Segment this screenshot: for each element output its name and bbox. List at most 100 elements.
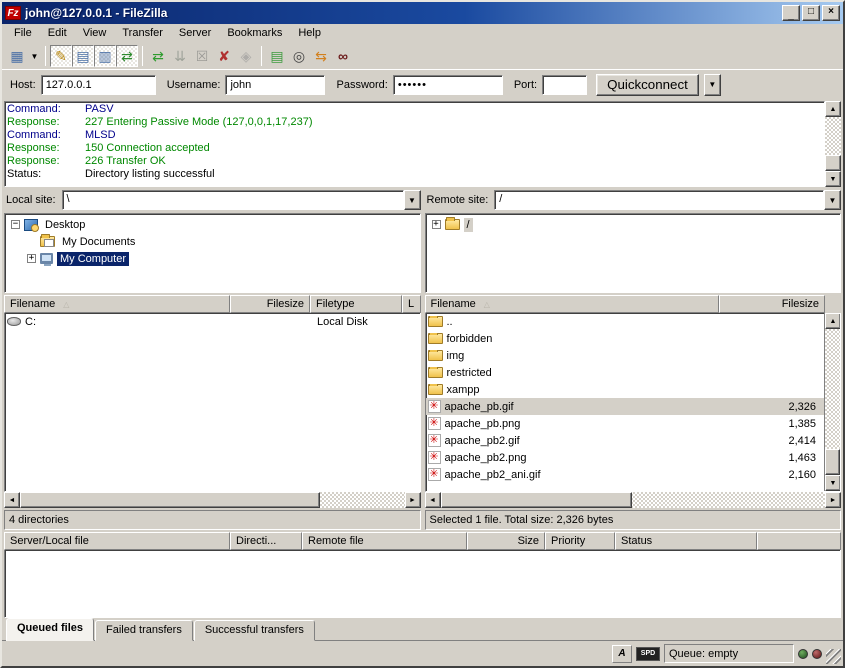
tree-item-root[interactable]: + / (426, 216, 841, 233)
menu-transfer[interactable]: Transfer (114, 25, 171, 41)
local-col-filename[interactable]: Filename△ (4, 295, 230, 313)
remote-row-apache-pb-png[interactable]: ✳apache_pb.png1,385 (426, 415, 825, 432)
site-manager-button[interactable]: ▦ (6, 45, 28, 67)
message-log[interactable]: Command:PASV Response:227 Entering Passi… (4, 101, 825, 187)
quickconnect-button[interactable]: Quickconnect (596, 74, 699, 96)
filename-filters-button[interactable]: ▤ (266, 45, 288, 67)
remote-file-list[interactable]: .. forbidden img restricted xampp ✳apach… (425, 313, 842, 492)
local-site-value[interactable]: \ (62, 190, 404, 210)
queue-header: Server/Local file Directi... Remote file… (4, 532, 841, 550)
remote-hscrollbar[interactable]: ◄ ► (425, 492, 842, 508)
queue-col-priority[interactable]: Priority (545, 532, 615, 550)
local-tree[interactable]: − Desktop My Documents + My Computer (4, 213, 421, 293)
remote-site-combo[interactable]: / ▼ (494, 190, 841, 210)
synchronized-browsing-button[interactable]: ⇆ (310, 45, 332, 67)
queue-col-status[interactable]: Status (615, 532, 757, 550)
menu-server[interactable]: Server (171, 25, 219, 41)
username-input[interactable] (225, 75, 325, 95)
scroll-up-button[interactable]: ▲ (825, 101, 841, 117)
scrollbar-thumb[interactable] (20, 492, 320, 508)
scroll-down-button[interactable]: ▼ (825, 171, 841, 187)
scroll-right-button[interactable]: ► (405, 492, 421, 508)
host-input[interactable] (41, 75, 156, 95)
resize-grip[interactable] (826, 649, 841, 664)
remote-row-apache-pb2-ani-gif[interactable]: ✳apache_pb2_ani.gif2,160 (426, 466, 825, 483)
maximize-button[interactable]: □ (802, 5, 820, 21)
remote-row-parent[interactable]: .. (426, 313, 825, 330)
local-site-dropdown-icon[interactable]: ▼ (404, 190, 421, 210)
refresh-button[interactable]: ⇄ (147, 45, 169, 67)
tree-item-label: My Computer (57, 252, 129, 266)
expand-icon[interactable]: + (27, 254, 36, 263)
scroll-up-button[interactable]: ▲ (825, 313, 841, 329)
disconnect-button[interactable]: ✘ (213, 45, 235, 67)
remote-row-restricted[interactable]: restricted (426, 364, 825, 381)
tab-successful-transfers[interactable]: Successful transfers (194, 620, 315, 641)
expand-icon[interactable]: + (432, 220, 441, 229)
remote-row-xampp[interactable]: xampp (426, 381, 825, 398)
password-input[interactable] (393, 75, 503, 95)
collapse-icon[interactable]: − (11, 220, 20, 229)
minimize-button[interactable]: _ (782, 5, 800, 21)
remote-row-apache-pb-gif[interactable]: ✳apache_pb.gif2,326 (426, 398, 825, 415)
queue-col-server-local[interactable]: Server/Local file (4, 532, 230, 550)
toggle-remote-tree-button[interactable]: ▥ (94, 45, 116, 67)
process-queue-button[interactable]: ⇊ (169, 45, 191, 67)
reconnect-button[interactable]: ◈ (235, 45, 257, 67)
find-files-button[interactable]: ∞ (332, 45, 354, 67)
scroll-left-button[interactable]: ◄ (425, 492, 441, 508)
local-col-filesize[interactable]: Filesize (230, 295, 310, 313)
scrollbar-thumb[interactable] (825, 449, 840, 475)
transfer-type-indicator[interactable]: A (612, 645, 632, 663)
scrollbar-thumb[interactable] (825, 155, 841, 171)
local-file-list[interactable]: C: Local Disk (4, 313, 421, 492)
tab-failed-transfers[interactable]: Failed transfers (95, 620, 193, 641)
local-file-row-c-drive[interactable]: C: Local Disk (5, 313, 420, 330)
scroll-right-button[interactable]: ► (825, 492, 841, 508)
port-input[interactable] (542, 75, 587, 95)
local-hscrollbar[interactable]: ◄ ► (4, 492, 421, 508)
scrollbar-thumb[interactable] (441, 492, 633, 508)
remote-tree[interactable]: + / (425, 213, 842, 293)
site-manager-dropdown[interactable]: ▼ (28, 45, 41, 67)
remote-row-forbidden[interactable]: forbidden (426, 330, 825, 347)
folder-icon (428, 367, 443, 378)
toolbar-separator (261, 46, 262, 66)
queue-list[interactable] (4, 550, 841, 618)
tree-item-desktop[interactable]: − Desktop (5, 216, 420, 233)
remote-col-filesize[interactable]: Filesize (719, 295, 825, 313)
toggle-message-log-button[interactable]: ✎ (50, 45, 72, 67)
remote-vscrollbar[interactable]: ▲ ▼ (824, 313, 840, 491)
menu-view[interactable]: View (75, 25, 115, 41)
menu-file[interactable]: File (6, 25, 40, 41)
remote-row-apache-pb2-png[interactable]: ✳apache_pb2.png1,463 (426, 449, 825, 466)
file-name: .. (447, 316, 453, 328)
local-col-filetype[interactable]: Filetype (310, 295, 402, 313)
local-site-combo[interactable]: \ ▼ (62, 190, 421, 210)
tree-item-my-documents[interactable]: My Documents (5, 233, 420, 250)
remote-site-dropdown-icon[interactable]: ▼ (824, 190, 841, 210)
remote-site-value[interactable]: / (494, 190, 824, 210)
menu-edit[interactable]: Edit (40, 25, 75, 41)
remote-row-apache-pb2-gif[interactable]: ✳apache_pb2.gif2,414 (426, 432, 825, 449)
log-scrollbar[interactable]: ▲ ▼ (825, 101, 841, 187)
remote-col-filename[interactable]: Filename△ (425, 295, 720, 313)
speed-limit-indicator[interactable]: SPD (636, 647, 660, 661)
menu-bookmarks[interactable]: Bookmarks (219, 25, 290, 41)
close-button[interactable]: × (822, 5, 840, 21)
toggle-queue-button[interactable]: ⇄ (116, 45, 138, 67)
quickconnect-dropdown[interactable]: ▼ (704, 74, 721, 96)
toggle-local-tree-button[interactable]: ▤ (72, 45, 94, 67)
scroll-down-button[interactable]: ▼ (825, 475, 841, 491)
tree-item-my-computer[interactable]: + My Computer (5, 250, 420, 267)
cancel-operation-button[interactable]: ☒ (191, 45, 213, 67)
menu-help[interactable]: Help (290, 25, 329, 41)
queue-col-size[interactable]: Size (467, 532, 545, 550)
queue-col-direction[interactable]: Directi... (230, 532, 302, 550)
queue-col-remote-file[interactable]: Remote file (302, 532, 467, 550)
remote-row-img[interactable]: img (426, 347, 825, 364)
scroll-left-button[interactable]: ◄ (4, 492, 20, 508)
directory-comparison-button[interactable]: ◎ (288, 45, 310, 67)
tab-queued-files[interactable]: Queued files (6, 618, 94, 641)
local-col-lastmodified[interactable]: L (402, 295, 421, 313)
